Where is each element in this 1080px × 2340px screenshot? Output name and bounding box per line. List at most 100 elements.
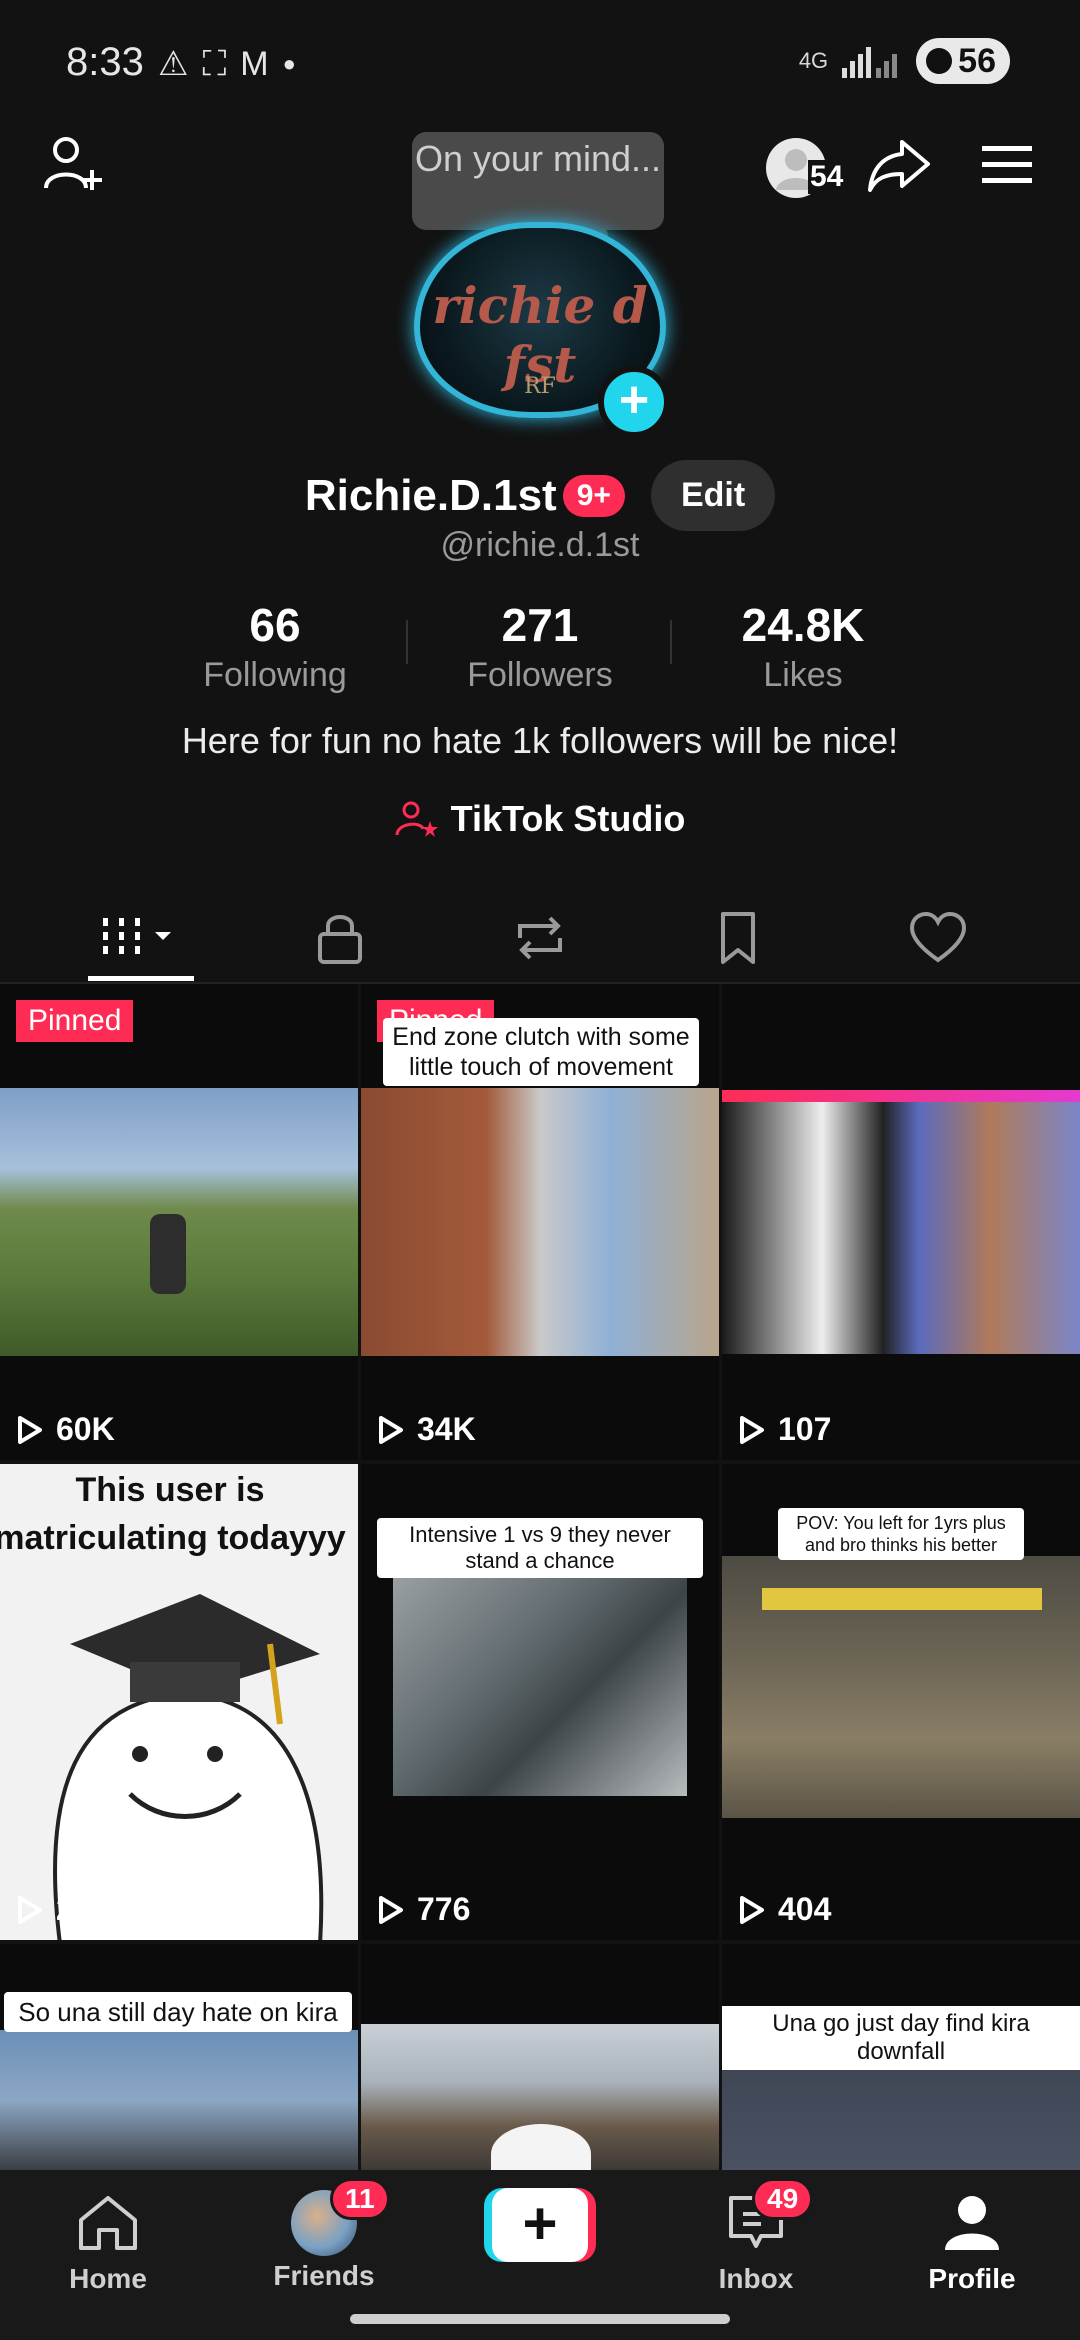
friends-badge: 11 [330,2178,390,2220]
tab-private[interactable] [270,890,410,986]
play-icon [740,1415,764,1444]
signal-icon [842,47,898,78]
home-icon [79,2196,137,2250]
video-thumbnail [393,1574,687,1796]
player-figure [150,1214,186,1294]
tab-favorites[interactable] [668,890,808,986]
view-count: 404 [738,1891,831,1928]
inbox-badge: 49 [752,2178,814,2220]
video-tile[interactable]: So una still day hate on kira [0,1944,358,2170]
view-count: 107 [738,1411,831,1448]
view-count: 60K [16,1411,115,1448]
plus-icon: + [492,2188,588,2262]
play-icon [18,1415,42,1444]
stat-likes[interactable]: 24.8K Likes [673,598,933,695]
video-caption: Una go just day find kira downfall [722,2006,1080,2070]
menu-icon[interactable] [972,130,1042,200]
play-icon [379,1415,403,1444]
video-tile[interactable] [361,1944,719,2170]
play-icon [740,1895,764,1924]
stat-value: 66 [249,599,301,651]
home-indicator[interactable] [350,2314,730,2324]
screenshot-icon: ⛶ [202,45,227,83]
video-thumbnail [722,1090,1080,1354]
profile-tabs [0,890,1080,986]
profile-name: Richie.D.1st [304,470,557,520]
profile-avatar-container[interactable]: richie d fst RF + [414,222,670,438]
studio-icon [395,801,438,837]
add-story-button[interactable]: + [598,366,670,438]
victory-banner [762,1588,1042,1610]
studio-label: TikTok Studio [450,798,686,839]
video-tile[interactable]: 107 [722,984,1080,1460]
video-caption: This user is matriculating todayyy [0,1471,346,1557]
edit-profile-button[interactable]: Edit [650,460,776,531]
status-thought-bubble[interactable]: On your mind... [412,132,664,230]
stat-divider [670,620,672,664]
create-button[interactable]: + [484,2188,596,2262]
video-caption: End zone clutch with some little touch o… [383,1018,699,1086]
live-bar [722,1090,1080,1102]
tab-videos[interactable] [70,890,210,986]
nav-label: Profile [928,2263,1016,2294]
video-tile[interactable]: This user is matriculating todayyy 278 [0,1464,358,1940]
video-tile[interactable]: Intensive 1 vs 9 they never stand a chan… [361,1464,719,1940]
network-type: 4G [798,48,829,73]
stat-following[interactable]: 66 Following [145,598,405,695]
profile-icon [945,2196,999,2250]
video-caption: POV: You left for 1yrs plus and bro thin… [778,1508,1024,1560]
stat-value: 271 [501,599,579,651]
profile-stats: 66 Following 271 Followers 24.8K Likes [0,598,1080,698]
video-tile[interactable]: POV: You left for 1yrs plus and bro thin… [722,1464,1080,1940]
tab-liked[interactable] [868,890,1008,986]
gmail-icon: M [240,45,269,83]
pinned-badge: Pinned [16,1000,134,1042]
share-icon[interactable] [864,130,934,200]
view-count: 776 [377,1891,470,1928]
nav-home[interactable]: Home [18,2190,198,2295]
nav-profile[interactable]: Profile [882,2190,1062,2295]
view-count: 278 [16,1891,109,1928]
stat-label: Following [203,656,347,694]
view-count: 34K [377,1411,476,1448]
warning-icon: ⚠ [158,45,189,83]
status-bar: 8:33 ⚠ ⛶ M ● 4G 56 [0,0,1080,120]
profile-name-row: Richie.D.1st 9+ Edit [0,460,1080,531]
tab-reposts[interactable] [470,890,610,986]
nav-label: Friends [273,2260,375,2291]
play-icon [379,1895,403,1924]
graduation-meme-image [53,1594,324,1940]
nav-label: Home [69,2263,147,2294]
view-count-value: 404 [778,1891,832,1927]
video-tile[interactable]: Pinned End zone clutch with some little … [361,984,719,1460]
stat-label: Followers [467,656,613,694]
play-icon [18,1895,42,1924]
battery-saver-icon [926,48,953,74]
lock-icon [318,915,362,964]
video-tile[interactable]: Pinned 60K [0,984,358,1460]
video-thumbnail [361,1088,719,1356]
nav-label: Inbox [718,2263,794,2294]
tiktok-studio-link[interactable]: TikTok Studio [0,798,1080,840]
friends-avatar-button[interactable]: 54 [764,130,846,210]
battery-indicator: 56 [916,38,1010,84]
heart-icon [909,911,967,963]
profile-bio: Here for fun no hate 1k followers will b… [181,720,899,761]
friends-count: 54 [808,160,846,194]
view-count-value: 60K [56,1411,115,1447]
view-count-value: 776 [417,1891,471,1927]
notification-badge[interactable]: 9+ [562,474,625,517]
view-count-value: 278 [56,1891,110,1927]
battery-level: 56 [958,41,996,80]
stat-label: Likes [763,656,843,694]
video-tile[interactable]: Una go just day find kira downfall [722,1944,1080,2170]
active-tab-indicator [88,976,194,981]
stat-followers[interactable]: 271 Followers [410,598,670,695]
repost-icon [518,916,562,960]
status-notification-icons: ⚠ ⛶ M ● [158,44,296,84]
grid-filter-icon [103,918,171,954]
add-friend-icon[interactable] [40,130,110,200]
video-thumbnail [0,2030,358,2170]
status-time: 8:33 [66,40,144,84]
dot-icon: ● [282,51,296,76]
